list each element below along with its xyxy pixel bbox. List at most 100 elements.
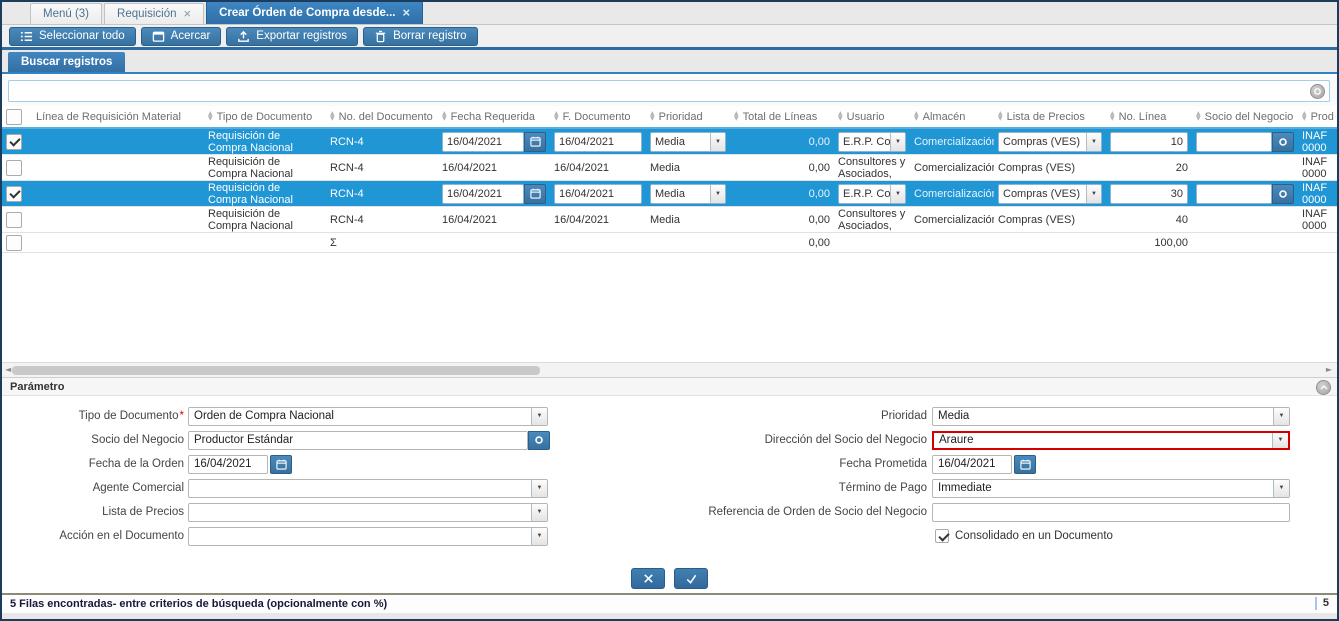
chevron-down-icon[interactable]: ▼ — [1086, 185, 1101, 203]
col-header-linea-requisicion[interactable]: Línea de Requisición Material — [32, 106, 204, 127]
fecha-requerida-input[interactable]: 16/04/2021 — [442, 184, 524, 204]
calendar-button[interactable] — [524, 132, 546, 152]
col-header-lista-precios[interactable]: ▲▼Lista de Precios — [994, 106, 1106, 127]
sort-icon[interactable]: ▲▼ — [998, 112, 1003, 121]
select-all-checkbox[interactable] — [6, 109, 22, 125]
prioridad-select[interactable]: Media▼ — [650, 184, 726, 204]
cancel-button[interactable] — [631, 568, 665, 589]
agente-comercial-select[interactable]: ▼ — [188, 479, 548, 498]
row-checkbox[interactable] — [6, 160, 22, 176]
sort-icon[interactable]: ▲▼ — [838, 112, 843, 121]
chevron-down-icon[interactable]: ▼ — [890, 133, 905, 151]
tab-menu[interactable]: Menú (3) — [30, 3, 102, 24]
chevron-down-icon[interactable]: ▼ — [1273, 408, 1289, 425]
table-row[interactable]: Requisición de Compra Nacional RCN-4 16/… — [2, 155, 1337, 181]
confirm-button[interactable] — [674, 568, 708, 589]
chevron-down-icon[interactable]: ▼ — [890, 185, 905, 203]
scrollbar-thumb[interactable] — [12, 366, 540, 375]
prioridad-param-select[interactable]: Media▼ — [932, 407, 1290, 426]
export-records-button[interactable]: Exportar registros — [226, 27, 358, 46]
row-checkbox[interactable] — [6, 134, 22, 150]
record-search-button[interactable] — [1272, 184, 1294, 204]
search-records-input[interactable] — [8, 80, 1330, 102]
chevron-down-icon[interactable]: ▼ — [1086, 133, 1101, 151]
col-header-total-lineas[interactable]: ▲▼Total de Líneas — [730, 106, 834, 127]
chevron-down-icon[interactable]: ▼ — [710, 133, 725, 151]
fecha-requerida-input[interactable]: 16/04/2021 — [442, 132, 524, 152]
referencia-orden-input[interactable] — [932, 503, 1290, 522]
sort-icon[interactable]: ▲▼ — [208, 112, 213, 121]
col-header-prioridad[interactable]: ▲▼Prioridad — [646, 106, 730, 127]
row-checkbox[interactable] — [6, 212, 22, 228]
sort-icon[interactable]: ▲▼ — [442, 112, 447, 121]
lista-precios-select[interactable]: Compras (VES)▼ — [998, 132, 1102, 152]
record-search-button[interactable] — [1272, 132, 1294, 152]
close-icon[interactable]: × — [183, 9, 191, 19]
termino-pago-select[interactable]: Immediate▼ — [932, 479, 1290, 498]
col-header-fecha-requerida[interactable]: ▲▼Fecha Requerida — [438, 106, 550, 127]
calendar-button[interactable] — [270, 455, 292, 474]
col-header-no-documento[interactable]: ▲▼No. del Documento — [326, 106, 438, 127]
calendar-button[interactable] — [524, 184, 546, 204]
chevron-down-icon[interactable]: ▼ — [531, 528, 547, 545]
sort-icon[interactable]: ▲▼ — [330, 112, 335, 121]
socio-negocio-param-input[interactable]: Productor Estándar — [188, 431, 528, 450]
direccion-socio-negocio-select[interactable]: Araure▼ — [932, 431, 1290, 450]
col-header-no-linea[interactable]: ▲▼No. Línea — [1106, 106, 1192, 127]
chevron-down-icon[interactable]: ▼ — [531, 480, 547, 497]
sort-icon[interactable]: ▲▼ — [1302, 112, 1307, 121]
chevron-down-icon[interactable]: ▼ — [531, 504, 547, 521]
sort-icon[interactable]: ▲▼ — [554, 112, 559, 121]
row-checkbox[interactable] — [6, 235, 22, 251]
table-row[interactable]: Requisición de Compra Nacional RCN-4 16/… — [2, 207, 1337, 233]
search-options-button[interactable] — [1310, 84, 1325, 99]
sort-icon[interactable]: ▲▼ — [734, 112, 739, 121]
table-row[interactable]: Requisición de Compra Nacional RCN-4 16/… — [2, 129, 1337, 155]
delete-record-button[interactable]: Borrar registro — [363, 27, 478, 46]
col-header-producto[interactable]: ▲▼Prod — [1298, 106, 1337, 127]
calendar-button[interactable] — [1014, 455, 1036, 474]
chevron-down-icon[interactable]: ▼ — [1272, 433, 1288, 448]
accion-documento-select[interactable]: ▼ — [188, 527, 548, 546]
usuario-select[interactable]: E.R.P. Consult▼ — [838, 184, 906, 204]
tab-crear-orden[interactable]: Crear Órden de Compra desde... × — [206, 1, 423, 24]
sort-icon[interactable]: ▲▼ — [650, 112, 655, 121]
usuario-select[interactable]: E.R.P. Consult▼ — [838, 132, 906, 152]
table-row[interactable]: Requisición de Compra Nacional RCN-4 16/… — [2, 181, 1337, 207]
col-header-tipo-documento[interactable]: ▲▼Tipo de Documento — [204, 106, 326, 127]
record-search-button[interactable] — [528, 431, 550, 450]
prioridad-select[interactable]: Media▼ — [650, 132, 726, 152]
tipo-documento-param-select[interactable]: Orden de Compra Nacional▼ — [188, 407, 548, 426]
col-header-almacen[interactable]: ▲▼Almacén — [910, 106, 994, 127]
row-checkbox[interactable] — [6, 186, 22, 202]
no-linea-input[interactable]: 10 — [1110, 132, 1188, 152]
f-documento-input[interactable]: 16/04/2021 — [554, 132, 642, 152]
lista-precios-select[interactable]: Compras (VES)▼ — [998, 184, 1102, 204]
scroll-left-icon[interactable]: ◄ — [5, 365, 11, 374]
socio-negocio-input[interactable] — [1196, 184, 1272, 204]
socio-negocio-input[interactable] — [1196, 132, 1272, 152]
tab-requisicion[interactable]: Requisición × — [104, 3, 204, 24]
fecha-prometida-input[interactable]: 16/04/2021 — [932, 455, 1012, 474]
lista-precios-param-select[interactable]: ▼ — [188, 503, 548, 522]
tab-buscar-registros[interactable]: Buscar registros — [8, 52, 125, 72]
chevron-down-icon[interactable]: ▼ — [531, 408, 547, 425]
collapse-parameter-button[interactable] — [1316, 380, 1331, 395]
col-header-socio-negocio[interactable]: ▲▼Socio del Negocio — [1192, 106, 1298, 127]
select-all-button[interactable]: Seleccionar todo — [9, 27, 136, 46]
sort-icon[interactable]: ▲▼ — [1196, 112, 1201, 121]
sort-icon[interactable]: ▲▼ — [1110, 112, 1115, 121]
horizontal-scrollbar[interactable]: ◄ ► — [2, 362, 1337, 378]
f-documento-input[interactable]: 16/04/2021 — [554, 184, 642, 204]
col-header-f-documento[interactable]: ▲▼F. Documento — [550, 106, 646, 127]
chevron-down-icon[interactable]: ▼ — [710, 185, 725, 203]
close-icon[interactable]: × — [402, 8, 410, 18]
sort-icon[interactable]: ▲▼ — [914, 112, 919, 121]
no-linea-input[interactable]: 30 — [1110, 184, 1188, 204]
chevron-down-icon[interactable]: ▼ — [1273, 480, 1289, 497]
col-header-usuario[interactable]: ▲▼Usuario — [834, 106, 910, 127]
zoom-button[interactable]: Acercar — [141, 27, 222, 46]
scroll-right-icon[interactable]: ► — [1326, 365, 1332, 374]
fecha-orden-input[interactable]: 16/04/2021 — [188, 455, 268, 474]
consolidado-checkbox[interactable] — [935, 529, 949, 543]
